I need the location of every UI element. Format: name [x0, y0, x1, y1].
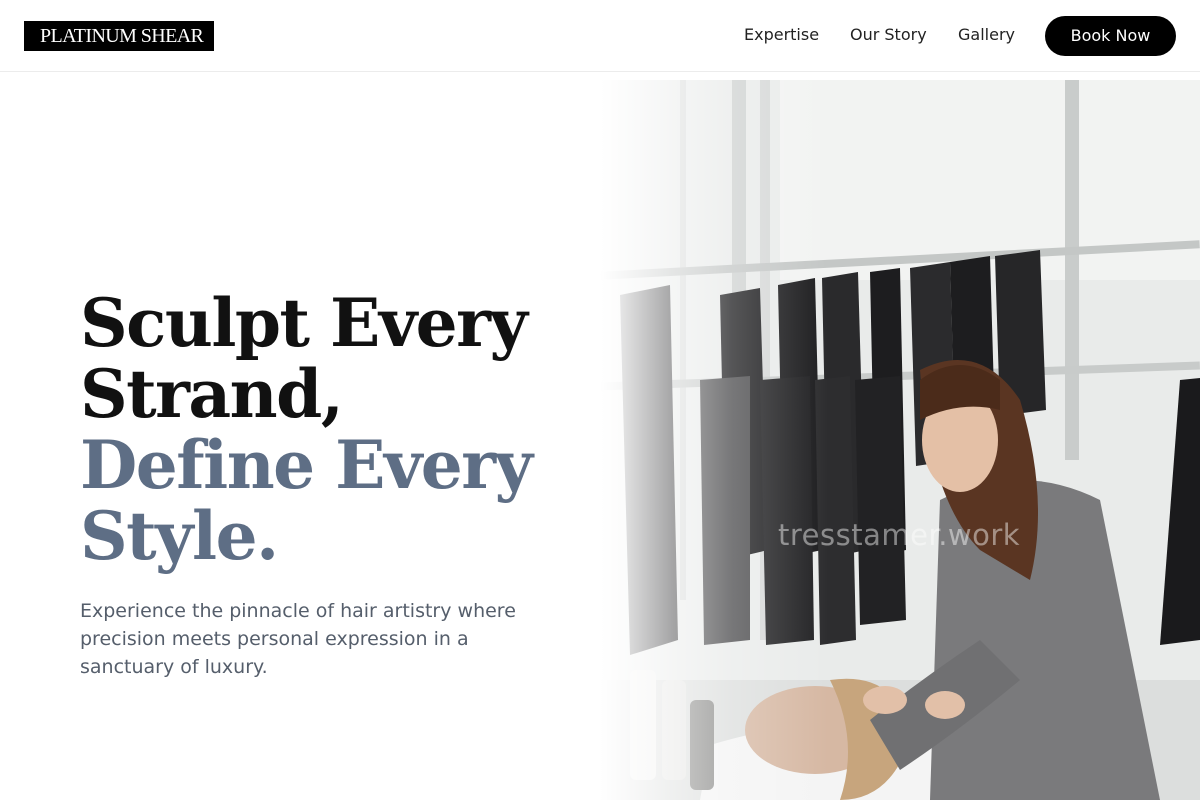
- image-fade-overlay: [600, 80, 1200, 800]
- hero-subtext: Experience the pinnacle of hair artistry…: [80, 600, 516, 678]
- book-now-button[interactable]: Book Now: [1045, 16, 1176, 56]
- headline-line-3: Define Every: [80, 426, 533, 504]
- hero-headline: Sculpt Every Strand, Define Every Style.: [80, 288, 600, 572]
- hero-image: tresstamer.work: [600, 80, 1200, 800]
- site-header: PLATINUM SHEAR Expertise Our Story Galle…: [0, 0, 1200, 72]
- headline-line-1: Sculpt Every: [80, 284, 528, 362]
- nav-link-gallery[interactable]: Gallery: [958, 25, 1015, 45]
- headline-line-4: Style.: [80, 497, 279, 575]
- image-watermark: tresstamer.work: [778, 518, 1021, 552]
- headline-line-2: Strand,: [80, 355, 344, 433]
- logo[interactable]: PLATINUM SHEAR: [24, 21, 214, 51]
- nav-link-our-story[interactable]: Our Story: [850, 25, 927, 45]
- nav-link-expertise[interactable]: Expertise: [744, 25, 819, 45]
